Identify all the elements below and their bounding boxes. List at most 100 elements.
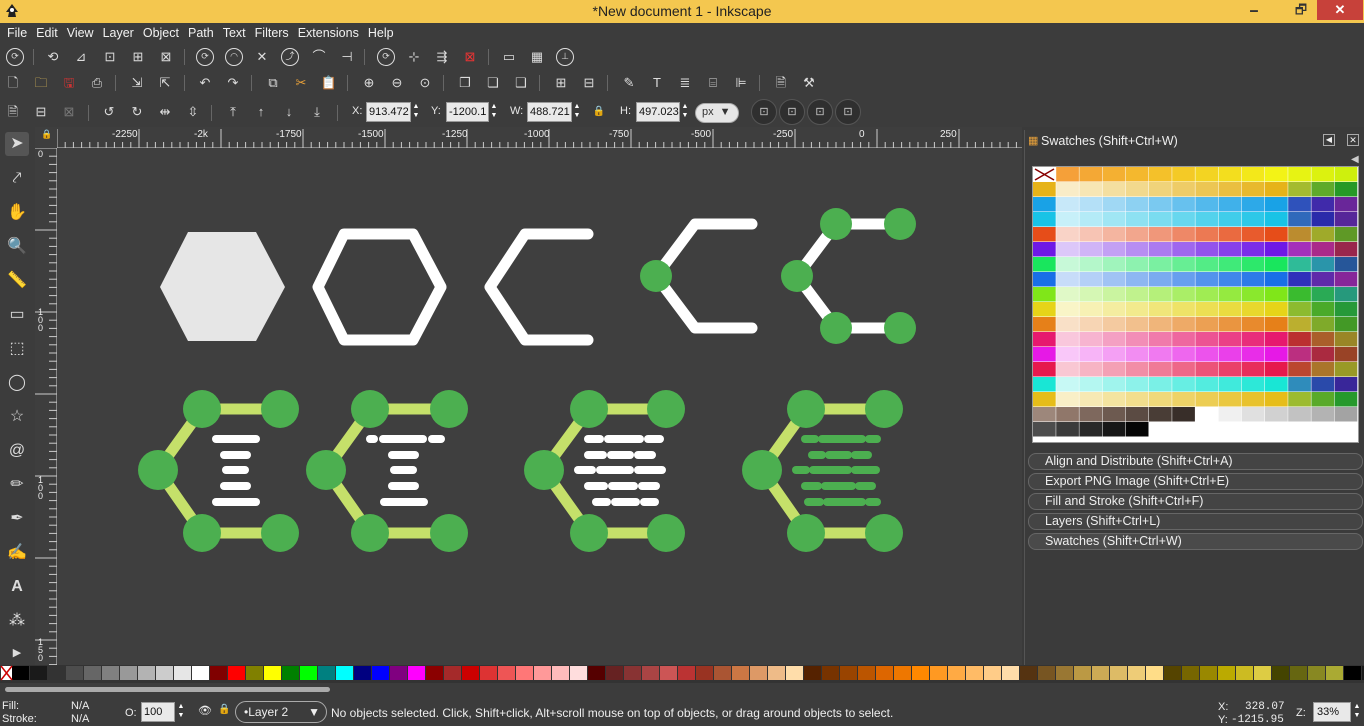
snap-intersection-icon[interactable]: ✕: [253, 48, 271, 66]
pencil-tool-icon[interactable]: ✏: [5, 473, 29, 497]
horizontal-scrollbar[interactable]: [0, 683, 1364, 697]
new-document-icon[interactable]: 🗋: [4, 74, 22, 92]
opacity-input[interactable]: 100: [141, 702, 175, 722]
menu-layer[interactable]: Layer: [99, 23, 138, 40]
spiral-tool-icon[interactable]: @: [5, 439, 29, 463]
selector-tool-icon[interactable]: ➤: [5, 132, 29, 156]
snap-bbox-corner-icon[interactable]: ⊡: [101, 48, 119, 66]
lock-ratio-icon[interactable]: 🔒: [590, 103, 608, 121]
snap-rotation-center-icon[interactable]: ⊹: [405, 48, 423, 66]
flip-vertical-icon[interactable]: ⇳: [184, 103, 202, 121]
snap-page-border-icon[interactable]: ▭: [500, 48, 518, 66]
dock-tab-layers[interactable]: Layers (Shift+Ctrl+L): [1028, 513, 1363, 530]
y-spin-icon[interactable]: ▲ ▼: [490, 102, 498, 122]
scale-stroke-icon[interactable]: ⊡: [751, 99, 777, 125]
import-icon[interactable]: ⇲: [128, 74, 146, 92]
molecule-step-4[interactable]: [781, 208, 916, 344]
palette-swatches[interactable]: [0, 665, 1364, 683]
3d-box-tool-icon[interactable]: ⬚: [5, 337, 29, 361]
zoom-spin-icon[interactable]: ▲ ▼: [1353, 702, 1361, 722]
text-font-icon[interactable]: T: [648, 74, 666, 92]
zoom-selection-icon[interactable]: ⊕: [360, 74, 378, 92]
menu-file[interactable]: File: [0, 23, 31, 40]
unlink-clone-icon[interactable]: ❑: [512, 74, 530, 92]
zoom-page-icon[interactable]: ⊙: [416, 74, 434, 92]
snap-center-icon[interactable]: ⟳: [377, 48, 395, 66]
layers-icon[interactable]: ≣: [676, 74, 694, 92]
snap-midpoint-icon[interactable]: ⊣: [338, 48, 356, 66]
menu-view[interactable]: View: [63, 23, 98, 40]
star-tool-icon[interactable]: ☆: [5, 405, 29, 429]
dock-tab-export-png[interactable]: Export PNG Image (Shift+Ctrl+E): [1028, 473, 1363, 490]
x-input[interactable]: 913.472: [366, 102, 411, 122]
scrollbar-thumb[interactable]: [5, 687, 330, 692]
molecule-icon-2[interactable]: [306, 390, 468, 552]
snap-smooth-icon[interactable]: ⌒: [310, 48, 328, 66]
molecule-icon-3[interactable]: [524, 390, 685, 552]
dock-tab-align[interactable]: Align and Distribute (Shift+Ctrl+A): [1028, 453, 1363, 470]
align-distribute-icon[interactable]: ⊫: [732, 74, 750, 92]
opacity-spin-icon[interactable]: ▲ ▼: [177, 702, 185, 722]
molecule-step-3[interactable]: [640, 218, 758, 334]
molecule-icon-1[interactable]: [138, 390, 299, 552]
save-icon[interactable]: 🖫: [60, 74, 78, 92]
snap-text-baseline-icon[interactable]: ⇶: [433, 48, 451, 66]
rotate-cw-icon[interactable]: ↻: [128, 103, 146, 121]
layer-lock-icon[interactable]: 🔒: [218, 704, 230, 715]
menu-extensions[interactable]: Extensions: [294, 23, 363, 40]
snap-page-icon[interactable]: ⊠: [461, 48, 479, 66]
pen-tool-icon[interactable]: ✒: [5, 507, 29, 531]
color-palette-bar[interactable]: [0, 665, 1364, 683]
lower-icon[interactable]: ↓: [280, 103, 298, 121]
move-gradients-icon[interactable]: ⊡: [807, 99, 833, 125]
iconify-panel-icon[interactable]: ◀: [1323, 134, 1335, 146]
snap-bbox-midpoint-icon[interactable]: ⊞: [129, 48, 147, 66]
xml-editor-icon[interactable]: ⌸: [704, 74, 722, 92]
zoom-input[interactable]: 33%: [1313, 702, 1351, 722]
tweak-tool-icon[interactable]: ✋: [5, 201, 29, 225]
menu-edit[interactable]: Edit: [32, 23, 62, 40]
paste-icon[interactable]: 📋: [320, 74, 338, 92]
menu-object[interactable]: Object: [139, 23, 183, 40]
snap-nodes-icon[interactable]: ⟳: [196, 48, 214, 66]
scale-corners-icon[interactable]: ⊡: [779, 99, 805, 125]
spray-tool-icon[interactable]: ⁂: [5, 609, 29, 633]
snap-path-icon[interactable]: ◠: [225, 48, 243, 66]
ellipse-tool-icon[interactable]: ◯: [5, 371, 29, 395]
node-tool-icon[interactable]: ⤤: [5, 167, 29, 191]
rotate-ccw-icon[interactable]: ↺: [100, 103, 118, 121]
snap-cusp-icon[interactable]: ⤴: [281, 48, 299, 66]
width-input[interactable]: 488.721: [527, 102, 572, 122]
raise-to-top-icon[interactable]: ⤒: [224, 103, 242, 121]
raise-icon[interactable]: ↑: [252, 103, 270, 121]
hexagon-outline[interactable]: [312, 228, 447, 346]
close-panel-icon[interactable]: ✕: [1347, 134, 1359, 146]
snap-enable-icon[interactable]: ⟳: [6, 48, 24, 66]
redo-icon[interactable]: ↷: [224, 74, 242, 92]
hexagon-open-outline[interactable]: [484, 228, 594, 346]
panel-menu-arrow-icon[interactable]: ◀: [1351, 154, 1359, 165]
snap-bbox-center-icon[interactable]: ⊠: [157, 48, 175, 66]
snap-bbox-edge-icon[interactable]: ⊿: [72, 48, 90, 66]
clone-icon[interactable]: ❏: [484, 74, 502, 92]
current-layer-select[interactable]: •Layer 2 ▼: [235, 701, 327, 723]
zoom-tool-icon[interactable]: 🔍: [5, 235, 29, 259]
molecule-icon-4[interactable]: [742, 390, 903, 552]
drawing-canvas[interactable]: [57, 148, 1022, 665]
close-button[interactable]: ✕: [1317, 0, 1363, 20]
open-folder-icon[interactable]: 🗀: [32, 74, 50, 92]
dock-tab-fill-stroke[interactable]: Fill and Stroke (Shift+Ctrl+F): [1028, 493, 1363, 510]
swatch-grid[interactable]: [1032, 166, 1359, 443]
text-tool-icon[interactable]: A: [5, 575, 29, 599]
select-all-icon[interactable]: 🗎: [4, 103, 22, 121]
calligraphy-tool-icon[interactable]: ✍: [5, 541, 29, 565]
more-tools-icon[interactable]: ▶: [5, 641, 29, 665]
snap-bbox-icon[interactable]: ⟲: [44, 48, 62, 66]
copy-icon[interactable]: ⧉: [264, 74, 282, 92]
swatch-cells[interactable]: [1033, 167, 1358, 442]
menu-filters[interactable]: Filters: [251, 23, 293, 40]
print-icon[interactable]: ⎙: [88, 74, 106, 92]
fill-stroke-icon[interactable]: ✎: [620, 74, 638, 92]
move-patterns-icon[interactable]: ⊡: [835, 99, 861, 125]
measure-tool-icon[interactable]: 📏: [5, 269, 29, 293]
